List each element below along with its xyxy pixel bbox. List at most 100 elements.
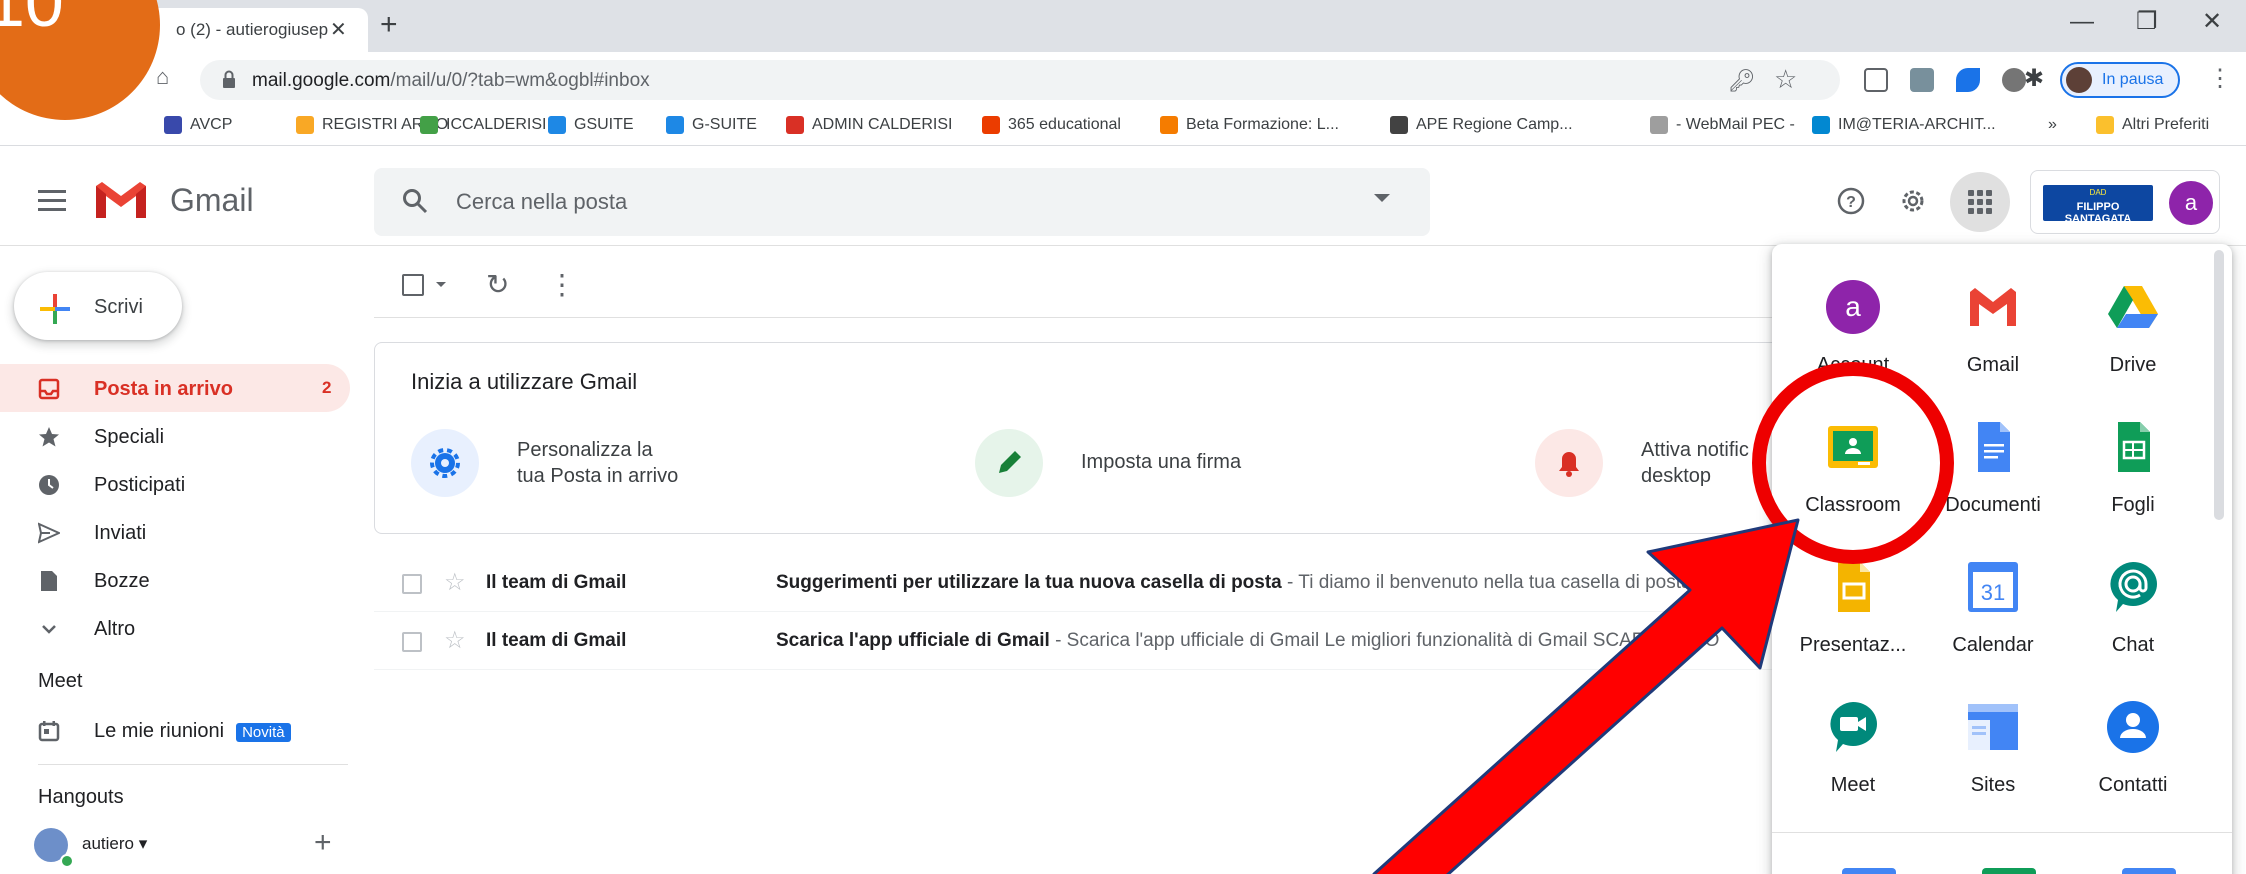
bookmarks-overflow-button[interactable]: » [2048, 116, 2057, 134]
app-partial-icon[interactable] [2122, 868, 2176, 874]
minimize-button[interactable]: — [2070, 10, 2094, 34]
app-chat[interactable]: Chat [2068, 552, 2198, 682]
app-partial-icon[interactable] [1842, 868, 1896, 874]
bookmark-item[interactable]: APE Regione Camp... [1390, 116, 1573, 134]
extension-icon[interactable] [1910, 68, 1934, 92]
onboarding-title: Inizia a utilizzare Gmail [411, 369, 638, 394]
meet-heading: Meet [38, 670, 83, 692]
browser-menu-icon[interactable]: ⋮ [2208, 64, 2232, 93]
gear-icon[interactable] [1898, 186, 1928, 216]
row-checkbox[interactable] [402, 632, 422, 652]
gmail-icon [1970, 288, 2016, 326]
url-text[interactable]: mail.google.com/mail/u/0/?tab=wm&ogbl#in… [252, 70, 650, 92]
school-logo: DAD FILIPPO SANTAGATA [2043, 185, 2153, 225]
scrollbar[interactable] [2214, 250, 2224, 520]
sidebar-item-inbox[interactable]: Posta in arrivo 2 [0, 364, 350, 412]
chat-icon [2110, 562, 2157, 612]
bookmark-item[interactable]: IM@TERIA-ARCHIT... [1812, 116, 1996, 134]
gear-icon[interactable] [411, 429, 479, 497]
new-tab-button[interactable]: + [380, 10, 398, 40]
app-gmail[interactable]: Gmail [1928, 272, 2058, 402]
puzzle-icon[interactable]: ✱ [2024, 64, 2044, 93]
profile-paused-chip[interactable]: In pausa [2060, 62, 2180, 98]
app-drive[interactable]: Drive [2068, 272, 2198, 402]
divider [38, 764, 348, 765]
extension-icon[interactable] [1956, 68, 1980, 92]
maximize-button[interactable]: ❐ [2136, 10, 2158, 34]
bookmark-item[interactable]: Beta Formazione: L... [1160, 116, 1339, 134]
more-options-icon[interactable]: ⋮ [548, 268, 576, 301]
other-bookmarks-folder[interactable]: Altri Preferiti [2096, 116, 2209, 134]
app-partial-icon[interactable] [1982, 868, 2036, 874]
select-options-icon[interactable] [436, 282, 446, 287]
hangouts-heading: Hangouts [38, 786, 124, 808]
bookmark-item[interactable]: AVCP [164, 116, 232, 134]
sidebar-item-my-meetings[interactable]: Le mie riunioni Novità [0, 706, 350, 754]
sidebar-item-drafts[interactable]: Bozze [0, 556, 350, 604]
app-meet[interactable]: Meet [1788, 692, 1918, 822]
select-all-checkbox[interactable] [402, 274, 424, 296]
table-row[interactable]: ☆ Il team di Gmail Scarica l'app ufficia… [374, 612, 1794, 670]
avatar[interactable]: a [2169, 181, 2213, 225]
sidebar-item-starred[interactable]: Speciali [0, 412, 350, 460]
gmail-logo-text[interactable]: Gmail [170, 182, 254, 219]
tab-close-icon[interactable]: ✕ [330, 17, 347, 42]
add-contact-button[interactable]: + [314, 826, 332, 860]
google-apps-button[interactable] [1950, 172, 2010, 232]
sidebar-item-more[interactable]: Altro [0, 604, 350, 652]
hangouts-user[interactable]: autiero ▾ + [32, 826, 352, 868]
help-icon[interactable]: ? [1836, 186, 1866, 216]
email-sender: Il team di Gmail [486, 630, 627, 651]
bookmark-item[interactable]: GSUITE [548, 116, 634, 134]
key-icon[interactable]: 🔑︎ [1728, 68, 1756, 94]
send-icon [38, 522, 60, 544]
sidebar-item-sent[interactable]: Inviati [0, 508, 350, 556]
bookmark-item[interactable]: 365 educational [982, 116, 1121, 134]
sidebar-item-label: Bozze [94, 570, 150, 592]
table-row[interactable]: ☆ Il team di Gmail Suggerimenti per util… [374, 554, 1794, 612]
app-sites[interactable]: Sites [1928, 692, 2058, 822]
row-checkbox[interactable] [402, 574, 422, 594]
sidebar-item-label: Le mie riunioni Novità [94, 720, 291, 743]
bookmark-item[interactable]: ICCALDERISI [420, 116, 546, 134]
bell-icon[interactable] [1535, 429, 1603, 497]
meet-icon [1830, 702, 1877, 752]
search-input[interactable] [456, 186, 1256, 218]
search-icon[interactable] [402, 188, 428, 214]
star-icon[interactable]: ☆ [444, 626, 466, 655]
main-menu-icon[interactable] [38, 190, 66, 211]
app-calendar[interactable]: 31 Calendar [1928, 552, 2058, 682]
bookmark-item[interactable]: G-SUITE [666, 116, 757, 134]
browser-tab-bar: o (2) - autierogiusep ✕ + — ❐ ✕ [0, 0, 2246, 52]
bookmark-star-icon[interactable]: ☆ [1774, 64, 1797, 95]
refresh-icon[interactable]: ↻ [486, 268, 509, 301]
extension-icon[interactable] [1864, 68, 1888, 92]
app-sheets[interactable]: Fogli [2068, 412, 2198, 542]
omnibox[interactable]: mail.google.com/mail/u/0/?tab=wm&ogbl#in… [200, 60, 1840, 100]
onboarding-notifications[interactable]: Attiva notific desktop [1641, 437, 1749, 489]
svg-text:a: a [1845, 291, 1861, 322]
compose-button[interactable]: Scrivi [14, 272, 182, 340]
account-chip[interactable]: DAD FILIPPO SANTAGATA a [2030, 170, 2220, 234]
home-icon[interactable]: ⌂ [156, 64, 169, 90]
search-box[interactable] [374, 168, 1430, 236]
extension-icon[interactable] [2002, 68, 2026, 92]
search-options-icon[interactable] [1374, 194, 1390, 202]
pen-icon[interactable] [975, 429, 1043, 497]
avatar [2066, 67, 2092, 93]
sidebar-item-snoozed[interactable]: Posticipati [0, 460, 350, 508]
bookmark-label: GSUITE [574, 116, 634, 133]
onboarding-customize[interactable]: Personalizza la tua Posta in arrivo [517, 437, 678, 489]
bookmarks-bar: AVCP REGISTRI ARGO ICCALDERISI GSUITE G-SUIT… [0, 108, 2246, 146]
bookmark-item[interactable]: - WebMail PEC - [1650, 116, 1795, 134]
app-slides[interactable]: Presentaz... [1788, 552, 1918, 682]
onboarding-signature[interactable]: Imposta una firma [1081, 449, 1241, 475]
gmail-logo-icon[interactable] [94, 180, 148, 220]
hangouts-user-name: autiero ▾ [82, 834, 148, 853]
star-icon[interactable]: ☆ [444, 568, 466, 597]
close-window-button[interactable]: ✕ [2202, 10, 2222, 34]
bookmark-item[interactable]: ADMIN CALDERISI [786, 116, 952, 134]
app-contacts[interactable]: Contatti [2068, 692, 2198, 822]
calendar-small-icon [38, 721, 60, 742]
bookmark-label: ADMIN CALDERISI [812, 116, 953, 133]
